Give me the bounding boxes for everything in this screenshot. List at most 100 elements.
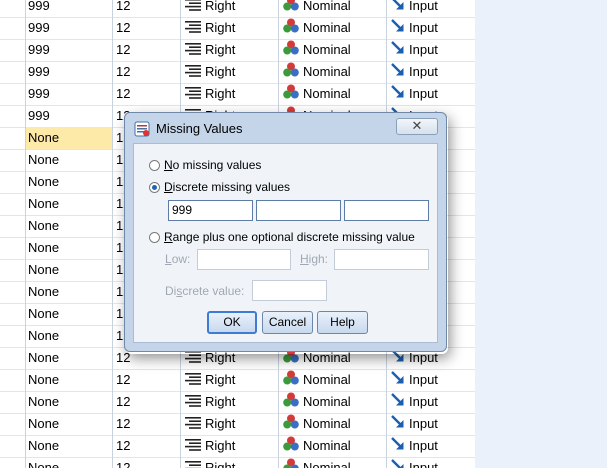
row-header-cell[interactable] xyxy=(0,39,26,61)
missing-cell[interactable]: None xyxy=(26,193,113,215)
measure-cell[interactable]: Nominal xyxy=(279,413,387,435)
high-field[interactable] xyxy=(334,249,429,270)
missing-cell[interactable]: None xyxy=(26,435,113,457)
missing-cell[interactable]: 999 xyxy=(26,61,113,83)
missing-cell[interactable]: 999 xyxy=(26,0,113,17)
radio-range[interactable] xyxy=(149,232,160,243)
table-row[interactable]: 99912RightNominalInput xyxy=(0,83,475,106)
row-header-cell[interactable] xyxy=(0,281,26,303)
missing-cell[interactable]: 999 xyxy=(26,105,113,127)
measure-cell[interactable]: Nominal xyxy=(279,457,387,468)
align-cell[interactable]: Right xyxy=(181,369,279,391)
columns-cell[interactable]: 12 xyxy=(113,39,181,61)
columns-cell[interactable]: 12 xyxy=(113,0,181,17)
columns-cell[interactable]: 12 xyxy=(113,413,181,435)
align-cell[interactable]: Right xyxy=(181,83,279,105)
columns-cell[interactable]: 12 xyxy=(113,391,181,413)
role-cell[interactable]: Input xyxy=(387,413,475,435)
columns-cell[interactable]: 12 xyxy=(113,83,181,105)
table-row[interactable]: 99912RightNominalInput xyxy=(0,0,475,18)
columns-cell[interactable]: 12 xyxy=(113,435,181,457)
missing-cell[interactable]: None xyxy=(26,171,113,193)
missing-cell[interactable]: None xyxy=(26,303,113,325)
no-missing-values-option[interactable]: No missing values xyxy=(149,158,261,172)
missing-cell[interactable]: None xyxy=(26,391,113,413)
columns-cell[interactable]: 12 xyxy=(113,457,181,468)
role-cell[interactable]: Input xyxy=(387,457,475,468)
missing-cell[interactable]: None xyxy=(26,325,113,347)
cancel-button[interactable]: Cancel xyxy=(262,311,313,334)
row-header-cell[interactable] xyxy=(0,105,26,127)
row-header-cell[interactable] xyxy=(0,61,26,83)
table-row[interactable]: 99912RightNominalInput xyxy=(0,39,475,62)
measure-cell[interactable]: Nominal xyxy=(279,39,387,61)
measure-cell[interactable]: Nominal xyxy=(279,61,387,83)
columns-cell[interactable]: 12 xyxy=(113,17,181,39)
columns-cell[interactable]: 12 xyxy=(113,369,181,391)
align-cell[interactable]: Right xyxy=(181,17,279,39)
missing-cell[interactable]: None xyxy=(26,457,113,468)
align-cell[interactable]: Right xyxy=(181,457,279,468)
missing-cell[interactable]: None xyxy=(26,369,113,391)
role-cell[interactable]: Input xyxy=(387,435,475,457)
row-header-cell[interactable] xyxy=(0,17,26,39)
measure-cell[interactable]: Nominal xyxy=(279,0,387,17)
table-row[interactable]: None12RightNominalInput xyxy=(0,457,475,468)
range-discrete-value-field[interactable] xyxy=(252,280,327,301)
range-option[interactable]: Range plus one optional discrete missing… xyxy=(149,230,415,244)
row-header-cell[interactable] xyxy=(0,215,26,237)
help-button[interactable]: Help xyxy=(317,311,368,334)
missing-cell[interactable]: None xyxy=(26,149,113,171)
row-header-cell[interactable] xyxy=(0,391,26,413)
role-cell[interactable]: Input xyxy=(387,17,475,39)
row-header-cell[interactable] xyxy=(0,149,26,171)
measure-cell[interactable]: Nominal xyxy=(279,369,387,391)
measure-cell[interactable]: Nominal xyxy=(279,391,387,413)
row-header-cell[interactable] xyxy=(0,193,26,215)
role-cell[interactable]: Input xyxy=(387,391,475,413)
discrete-value-1-field[interactable]: 999 xyxy=(168,200,253,221)
role-cell[interactable]: Input xyxy=(387,0,475,17)
table-row[interactable]: None12RightNominalInput xyxy=(0,369,475,392)
align-cell[interactable]: Right xyxy=(181,0,279,17)
ok-button[interactable]: OK xyxy=(207,311,257,334)
align-cell[interactable]: Right xyxy=(181,391,279,413)
missing-cell[interactable]: 999 xyxy=(26,17,113,39)
discrete-value-2-field[interactable] xyxy=(256,200,341,221)
radio-discrete[interactable] xyxy=(149,182,160,193)
missing-cell[interactable]: None xyxy=(26,237,113,259)
row-header-cell[interactable] xyxy=(0,435,26,457)
role-cell[interactable]: Input xyxy=(387,83,475,105)
align-cell[interactable]: Right xyxy=(181,61,279,83)
role-cell[interactable]: Input xyxy=(387,61,475,83)
measure-cell[interactable]: Nominal xyxy=(279,17,387,39)
columns-cell[interactable]: 12 xyxy=(113,61,181,83)
discrete-value-3-field[interactable] xyxy=(344,200,429,221)
row-header-cell[interactable] xyxy=(0,83,26,105)
table-row[interactable]: None12RightNominalInput xyxy=(0,391,475,414)
measure-cell[interactable]: Nominal xyxy=(279,83,387,105)
missing-cell[interactable]: None xyxy=(26,413,113,435)
radio-no-missing[interactable] xyxy=(149,160,160,171)
row-header-cell[interactable] xyxy=(0,0,26,17)
missing-cell[interactable]: None xyxy=(26,281,113,303)
dialog-titlebar[interactable]: Missing Values ✕ xyxy=(125,113,446,141)
row-header-cell[interactable] xyxy=(0,347,26,369)
row-header-cell[interactable] xyxy=(0,237,26,259)
row-header-cell[interactable] xyxy=(0,325,26,347)
missing-cell[interactable]: 999 xyxy=(26,83,113,105)
table-row[interactable]: None12RightNominalInput xyxy=(0,413,475,436)
row-header-cell[interactable] xyxy=(0,457,26,468)
row-header-cell[interactable] xyxy=(0,369,26,391)
role-cell[interactable]: Input xyxy=(387,369,475,391)
table-row[interactable]: None12RightNominalInput xyxy=(0,435,475,458)
table-row[interactable]: 99912RightNominalInput xyxy=(0,17,475,40)
row-header-cell[interactable] xyxy=(0,413,26,435)
discrete-missing-values-option[interactable]: Discrete missing values xyxy=(149,180,290,194)
align-cell[interactable]: Right xyxy=(181,39,279,61)
role-cell[interactable]: Input xyxy=(387,39,475,61)
align-cell[interactable]: Right xyxy=(181,413,279,435)
low-field[interactable] xyxy=(197,249,291,270)
missing-cell[interactable]: None xyxy=(26,347,113,369)
missing-cell[interactable]: None xyxy=(26,259,113,281)
